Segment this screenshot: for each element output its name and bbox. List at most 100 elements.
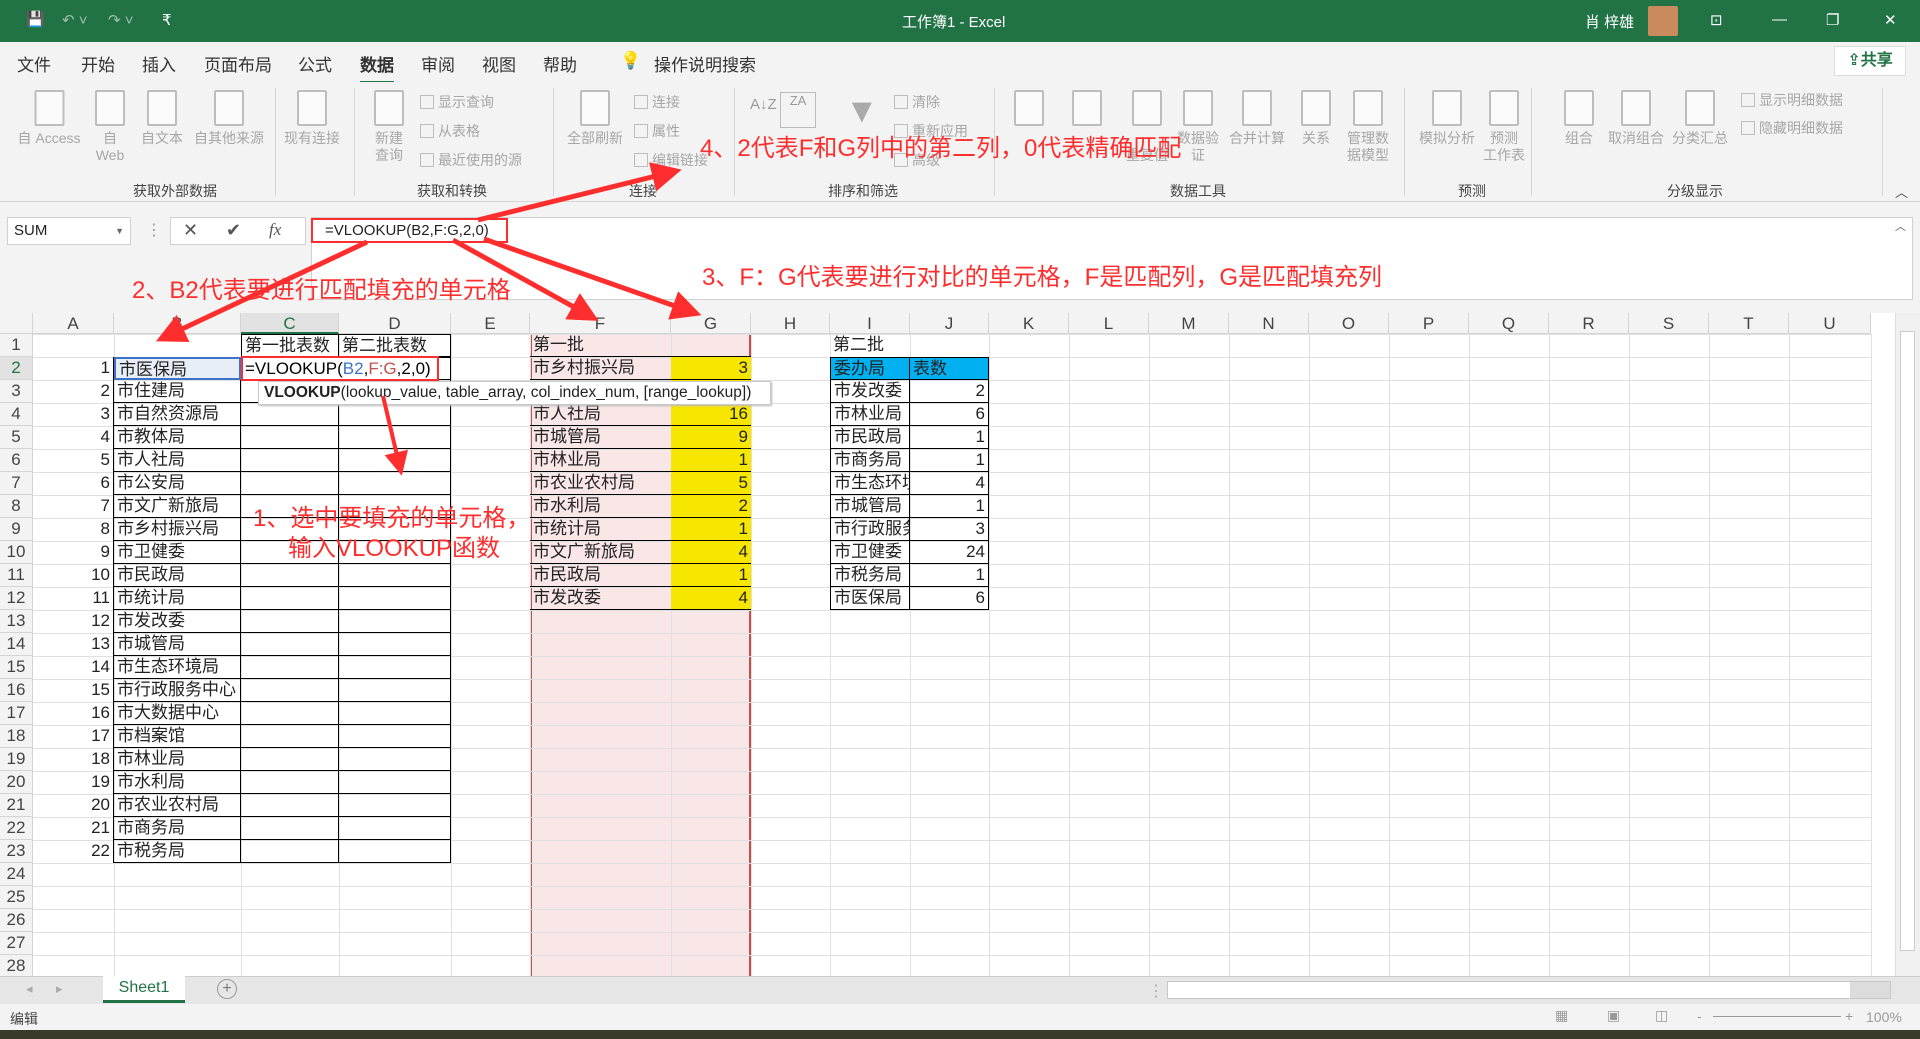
cell-c11[interactable]: [241, 564, 339, 587]
cell-c15[interactable]: [241, 656, 339, 679]
cell-f12[interactable]: 市发改委: [530, 587, 671, 610]
cell-i7[interactable]: 市生态环境局: [830, 472, 910, 495]
column-header-Q[interactable]: Q: [1469, 313, 1549, 334]
cell-a20[interactable]: 19: [33, 771, 114, 794]
column-header-S[interactable]: S: [1629, 313, 1709, 334]
cell-d23[interactable]: [339, 840, 451, 863]
cell-c1[interactable]: 第一批表数: [241, 334, 339, 357]
from-web-button[interactable]: 自 Web: [95, 90, 125, 164]
cell-j11[interactable]: 1: [910, 564, 989, 587]
column-header-H[interactable]: H: [751, 313, 830, 334]
cancel-icon[interactable]: ✕: [183, 220, 198, 241]
cell-c19[interactable]: [241, 748, 339, 771]
horizontal-scrollbar[interactable]: [1167, 981, 1891, 999]
zoom-out-icon[interactable]: -: [1697, 1008, 1702, 1024]
cell-j9[interactable]: 3: [910, 518, 989, 541]
cell-a17[interactable]: 16: [33, 702, 114, 725]
cell-b10[interactable]: 市卫健委: [114, 541, 241, 564]
user-name[interactable]: 肖 梓雄: [1585, 11, 1634, 32]
clear-button[interactable]: 清除: [894, 92, 940, 112]
column-header-B[interactable]: B: [114, 313, 241, 334]
cell-d16[interactable]: [339, 679, 451, 702]
column-header-E[interactable]: E: [451, 313, 530, 334]
row-header-16[interactable]: 16: [0, 679, 33, 702]
collapse-ribbon-icon[interactable]: ︿: [1895, 182, 1908, 201]
next-sheet-icon[interactable]: ▸: [56, 981, 63, 997]
cell-a12[interactable]: 11: [33, 587, 114, 610]
cell-d1[interactable]: 第二批表数: [339, 334, 451, 357]
cell-j10[interactable]: 24: [910, 541, 989, 564]
cell-b23[interactable]: 市税务局: [114, 840, 241, 863]
cell-b4[interactable]: 市自然资源局: [114, 403, 241, 426]
cell-f11[interactable]: 市民政局: [530, 564, 671, 587]
tab-review[interactable]: 审阅: [421, 51, 455, 76]
cell-f1[interactable]: 第一批: [530, 334, 671, 357]
cell-g4[interactable]: 16: [671, 403, 751, 426]
sort-button[interactable]: ZA: [780, 92, 816, 128]
column-header-K[interactable]: K: [989, 313, 1069, 334]
cell-g8[interactable]: 2: [671, 495, 751, 518]
cell-d22[interactable]: [339, 817, 451, 840]
cell-g5[interactable]: 9: [671, 426, 751, 449]
cell-c23[interactable]: [241, 840, 339, 863]
cell-d21[interactable]: [339, 794, 451, 817]
cell-c18[interactable]: [241, 725, 339, 748]
cell-j6[interactable]: 1: [910, 449, 989, 472]
cell-b3[interactable]: 市住建局: [114, 380, 241, 403]
name-box[interactable]: SUM ▼: [7, 217, 131, 245]
cell-f4[interactable]: 市人社局: [530, 403, 671, 426]
cell-i2[interactable]: 委办局: [830, 357, 910, 380]
edit-links-button[interactable]: 编辑链接: [634, 150, 708, 170]
tab-view[interactable]: 视图: [482, 51, 516, 76]
cell-g9[interactable]: 1: [671, 518, 751, 541]
cell-c22[interactable]: [241, 817, 339, 840]
cell-f7[interactable]: 市农业农村局: [530, 472, 671, 495]
row-header-6[interactable]: 6: [0, 449, 33, 472]
from-text-button[interactable]: 自文本: [141, 90, 183, 147]
cell-b12[interactable]: 市统计局: [114, 587, 241, 610]
spreadsheet-grid[interactable]: A B C D E F G H I J K L M N O P Q R S T U 1 2 3 4 5 6 7 8 9 10 11 12 13 14…: [0, 313, 1920, 979]
sheet-tab-sheet1[interactable]: Sheet1: [103, 976, 185, 1003]
cell-b14[interactable]: 市城管局: [114, 633, 241, 656]
row-header-12[interactable]: 12: [0, 587, 33, 610]
cell-g11[interactable]: 1: [671, 564, 751, 587]
column-header-D[interactable]: D: [339, 313, 451, 334]
cell-j8[interactable]: 1: [910, 495, 989, 518]
cell-a15[interactable]: 14: [33, 656, 114, 679]
avatar[interactable]: [1648, 6, 1678, 36]
cell-j3[interactable]: 2: [910, 380, 989, 403]
tab-formulas[interactable]: 公式: [298, 51, 332, 76]
show-queries-button[interactable]: 显示查询: [420, 92, 494, 112]
cell-j7[interactable]: 4: [910, 472, 989, 495]
cell-a2[interactable]: 1: [33, 357, 114, 380]
row-header-21[interactable]: 21: [0, 794, 33, 817]
cell-f10[interactable]: 市文广新旅局: [530, 541, 671, 564]
restore-icon[interactable]: ❐: [1826, 11, 1839, 29]
cell-c13[interactable]: [241, 610, 339, 633]
cell-b13[interactable]: 市发改委: [114, 610, 241, 633]
column-header-F[interactable]: F: [530, 313, 671, 334]
cell-a21[interactable]: 20: [33, 794, 114, 817]
cell-i5[interactable]: 市民政局: [830, 426, 910, 449]
row-header-11[interactable]: 11: [0, 564, 33, 587]
page-layout-view-icon[interactable]: ▣: [1607, 1007, 1620, 1024]
tab-data[interactable]: 数据: [360, 51, 394, 84]
cell-i6[interactable]: 市商务局: [830, 449, 910, 472]
cell-a11[interactable]: 10: [33, 564, 114, 587]
row-header-17[interactable]: 17: [0, 702, 33, 725]
cell-c20[interactable]: [241, 771, 339, 794]
column-header-I[interactable]: I: [830, 313, 910, 334]
save-icon[interactable]: 💾: [26, 10, 45, 28]
cell-g12[interactable]: 4: [671, 587, 751, 610]
insert-function-button[interactable]: fx: [269, 220, 281, 240]
cell-i10[interactable]: 市卫健委: [830, 541, 910, 564]
cell-g1[interactable]: [671, 334, 751, 357]
cell-d18[interactable]: [339, 725, 451, 748]
cell-a4[interactable]: 3: [33, 403, 114, 426]
redo-icon[interactable]: ↷ ˅: [108, 11, 134, 29]
cell-b9[interactable]: 市乡村振兴局: [114, 518, 241, 541]
recent-sources-button[interactable]: 最近使用的源: [420, 150, 522, 170]
tab-page-layout[interactable]: 页面布局: [204, 51, 272, 76]
tab-file[interactable]: 文件: [17, 51, 51, 76]
tooltip-function[interactable]: VLOOKUP: [264, 384, 341, 401]
